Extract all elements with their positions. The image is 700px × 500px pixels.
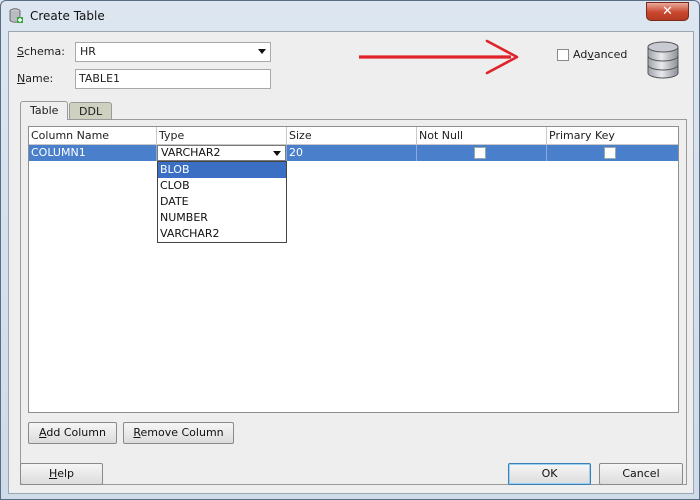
cell-column-name[interactable]: COLUMN1 [29,145,157,161]
type-select[interactable]: VARCHAR2 [157,145,286,161]
header-type[interactable]: Type [157,127,287,145]
header-not-null[interactable]: Not Null [417,127,547,145]
window-title: Create Table [30,9,105,23]
chevron-down-icon [273,151,281,156]
name-label-text: ame: [25,72,54,85]
add-column-label: dd Column [46,426,106,439]
advanced-label-text-a: Ad [573,48,588,61]
cancel-button[interactable]: Cancel [599,463,683,485]
table-name-value: TABLE1 [79,72,121,85]
table-row[interactable]: COLUMN1 VARCHAR2 20 [29,145,678,161]
help-button[interactable]: Help [20,463,103,485]
type-option-blob[interactable]: BLOB [158,162,286,178]
table-name-field[interactable]: TABLE1 [75,69,271,89]
type-value: VARCHAR2 [161,146,221,159]
advanced-label-text-b: anced [593,48,628,61]
type-option-number[interactable]: NUMBER [158,210,286,226]
type-option-varchar2[interactable]: VARCHAR2 [158,226,286,242]
create-table-icon [9,8,23,23]
cell-primary-key[interactable] [547,145,678,161]
schema-label-text: chema: [23,45,65,58]
close-button[interactable]: ✕ [646,2,689,21]
header-primary-key[interactable]: Primary Key [547,127,678,145]
grid-header: Column Name Type Size Not Null Primary K… [29,127,678,145]
add-column-button[interactable]: Add Column [28,422,117,444]
schema-label: Schema: [17,45,65,58]
header-column-name[interactable]: Column Name [29,127,157,145]
table-tab-panel: Column Name Type Size Not Null Primary K… [20,119,687,485]
schema-value: HR [80,45,96,58]
cell-not-null[interactable] [417,145,547,161]
remove-column-button[interactable]: Remove Column [123,422,234,444]
help-label: elp [57,467,75,480]
remove-column-label: emove Column [140,426,224,439]
primary-key-checkbox[interactable] [604,147,616,159]
chevron-down-icon [258,49,266,54]
cell-type[interactable]: VARCHAR2 [157,145,287,161]
database-icon [647,41,679,79]
schema-label-mnemonic: S [17,45,24,58]
name-label-mnemonic: N [17,72,26,85]
remove-column-mnemonic: R [133,426,141,439]
not-null-checkbox[interactable] [474,147,486,159]
title-bar[interactable]: Create Table ✕ [1,1,699,31]
cell-size[interactable]: 20 [287,145,417,161]
ok-button[interactable]: OK [508,463,591,485]
tab-table[interactable]: Table [20,101,69,120]
advanced-label[interactable]: Advanced [573,48,627,61]
close-icon: ✕ [662,4,673,19]
schema-select[interactable]: HR [75,42,271,62]
advanced-checkbox[interactable] [557,49,569,61]
type-dropdown-list: BLOB CLOB DATE NUMBER VARCHAR2 [157,161,287,243]
type-option-clob[interactable]: CLOB [158,178,286,194]
dialog-body: Schema: HR Name: TABLE1 Advanced Table D… [8,31,694,494]
annotation-arrow [359,39,519,75]
columns-grid: Column Name Type Size Not Null Primary K… [28,126,679,413]
help-mnemonic: H [48,467,58,480]
type-option-date[interactable]: DATE [158,194,286,210]
name-label: Name: [17,72,53,85]
header-size[interactable]: Size [287,127,417,145]
create-table-dialog: Create Table ✕ Schema: HR Name: TABLE1 A… [0,0,700,500]
